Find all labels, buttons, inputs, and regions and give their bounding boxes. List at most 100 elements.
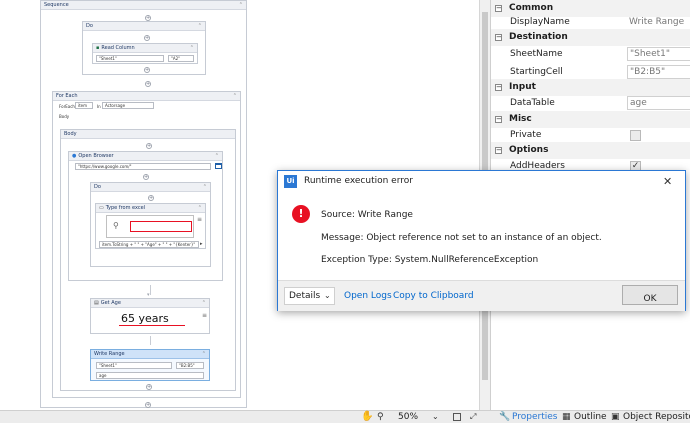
collapse-icon[interactable]: ⌃ [190,45,194,51]
read-column-activity[interactable]: ▪ Read Column ⌃ "Sheet1" "A2" [92,43,198,64]
add-activity-plus[interactable]: + [144,67,150,73]
for-each-header[interactable]: For Each ⌃ [53,92,240,101]
outline-icon: ▦ [562,412,571,422]
collapse-icon[interactable]: ⌃ [239,2,243,8]
ok-button[interactable]: OK [622,285,678,305]
category-destination[interactable]: − Destination [491,29,690,46]
open-browser-activity[interactable]: ● Open Browser ⌃ "https://www.google.com… [68,151,223,281]
property-sheet-name[interactable]: SheetName "Sheet1" [491,45,690,63]
details-dropdown[interactable]: Details ⌄ [284,287,335,305]
data-table-input[interactable]: age [627,96,690,110]
read-column-cell-field[interactable]: "A2" [168,55,194,62]
read-column-header[interactable]: ▪ Read Column ⌃ [93,44,197,53]
type-into-icon: ▭ [99,205,104,211]
write-range-header[interactable]: Write Range ⌃ [91,350,209,359]
dialog-title-bar[interactable]: Ui Runtime execution error ✕ [278,171,685,193]
tab-outline[interactable]: Outline [574,411,607,423]
details-label: Details [289,291,321,301]
dropdown-arrow-icon[interactable]: ▸ [200,241,203,247]
collapse-icon[interactable]: ⌃ [202,300,206,306]
tab-properties[interactable]: Properties [512,411,557,423]
collapse-icon[interactable]: ⌃ [203,184,207,190]
object-repository-icon: ▣ [611,412,620,422]
collapse-minus-icon[interactable]: − [495,34,502,41]
search-icon: ⚲ [113,221,119,230]
open-browser-url-field[interactable]: "https://www.google.com/" [75,163,211,170]
foreach-item-field[interactable]: item [75,102,93,109]
private-checkbox[interactable] [630,130,641,141]
collapse-icon[interactable]: ⌃ [202,351,206,357]
options-menu-icon[interactable]: ≡ [202,312,207,319]
starting-cell-input[interactable]: "B2:B5" [627,65,690,79]
dialog-footer: Details ⌄ Open Logs Copy to Clipboard OK [278,280,685,311]
body-header[interactable]: Body [61,130,235,139]
do-activity[interactable]: Do ⌃ + ▪ Read Column ⌃ "Sheet1" "A2" + [82,21,206,75]
add-activity-plus[interactable]: + [145,402,151,408]
category-input-label: Input [509,82,536,92]
type-from-excel-title: Type from excel [105,205,146,211]
add-activity-plus[interactable]: + [148,195,154,201]
type-text-expression-field[interactable]: item.ToString + " " + "Age" + " " + "{Ke… [99,241,199,248]
zoom-level[interactable]: 50% [398,411,418,423]
do-header[interactable]: Do ⌃ [83,22,205,31]
collapse-icon[interactable]: ⌃ [198,205,202,211]
write-range-title: Write Range [94,351,125,357]
zoom-magnifier-icon[interactable]: ⚲ [377,411,384,423]
collapse-icon[interactable]: ⌃ [198,23,202,29]
body-activity[interactable]: Body + ● Open Browser ⌃ "https://www.goo… [60,129,236,391]
foreach-label: ForEach [59,104,75,109]
collapse-minus-icon[interactable]: − [495,84,502,91]
add-activity-plus[interactable]: + [146,143,152,149]
get-age-header[interactable]: ▤ Get Age ⌃ [91,299,209,308]
write-range-datatable-field[interactable]: age [96,372,204,379]
add-activity-plus[interactable]: + [144,35,150,41]
options-menu-icon[interactable]: ≡ [197,216,202,223]
collapse-icon[interactable]: ⌃ [233,93,237,99]
type-from-excel-activity[interactable]: ▭ Type from excel ⌃ ⚲ ≡ item.ToString + … [95,203,206,249]
open-browser-header[interactable]: ● Open Browser ⌃ [69,152,222,161]
open-browser-title: Open Browser [78,153,114,159]
add-activity-plus[interactable]: + [143,174,149,180]
close-icon[interactable]: ✕ [663,175,672,188]
get-age-element-preview[interactable]: 65 years [119,312,187,326]
copy-to-clipboard-link[interactable]: Copy to Clipboard [393,291,474,301]
bottom-status-bar: ✋ ⚲ 50% ⌄ ⤢ 🔧 Properties ▦ Outline ▣ Obj… [0,410,690,423]
inner-do-header[interactable]: Do ⌃ [91,183,210,192]
zoom-dropdown-icon[interactable]: ⌄ [432,411,439,423]
collapse-icon[interactable]: ⌃ [215,153,219,159]
element-preview[interactable]: ⚲ [106,215,194,238]
inner-do-title: Do [94,184,101,190]
add-activity-plus[interactable]: + [146,384,152,390]
runtime-error-dialog: Ui Runtime execution error ✕ ! Source: W… [277,170,686,311]
inner-do-activity[interactable]: Do ⌃ + ▭ Type from excel ⌃ ⚲ ≡ item.ToSt… [90,182,211,267]
get-age-preview-text: 65 years [121,312,169,325]
property-data-table[interactable]: DataTable age [491,94,690,112]
get-age-activity[interactable]: ▤ Get Age ⌃ 65 years ≡ [90,298,210,334]
fit-to-screen-icon[interactable] [453,413,461,421]
collapse-minus-icon[interactable]: − [495,116,502,123]
open-logs-link[interactable]: Open Logs [344,291,392,301]
error-message-text: Message: Object reference not set to an … [321,233,602,243]
collapse-minus-icon[interactable]: − [495,147,502,154]
collapse-minus-icon[interactable]: − [495,5,502,12]
write-range-activity[interactable]: Write Range ⌃ "Sheet1" "B2:B5" age [90,349,210,381]
read-column-sheet-field[interactable]: "Sheet1" [96,55,164,62]
connector-line [150,336,151,345]
pan-hand-icon[interactable]: ✋ [361,411,373,423]
sheet-name-input[interactable]: "Sheet1" [627,47,690,61]
expand-icon[interactable]: ⤢ [470,411,476,423]
write-range-sheet-field[interactable]: "Sheet1" [96,362,172,369]
sequence-header[interactable]: Sequence ⌃ [41,1,246,10]
body-label: Body [59,114,70,119]
type-from-excel-header[interactable]: ▭ Type from excel ⌃ [96,204,205,213]
browser-type-icon[interactable] [215,163,222,169]
tab-object-repository[interactable]: Object Repositor [623,411,690,423]
foreach-collection-field[interactable]: Actorsage [102,102,154,109]
chevron-down-icon: ⌄ [324,291,331,300]
category-misc-label: Misc [509,114,532,124]
target-selection-box[interactable] [130,221,192,232]
error-icon: ! [292,205,310,223]
for-each-activity[interactable]: For Each ⌃ ForEach item In Actorsage Bod… [52,91,241,398]
add-activity-plus[interactable]: + [145,81,151,87]
write-range-cell-field[interactable]: "B2:B5" [176,362,204,369]
